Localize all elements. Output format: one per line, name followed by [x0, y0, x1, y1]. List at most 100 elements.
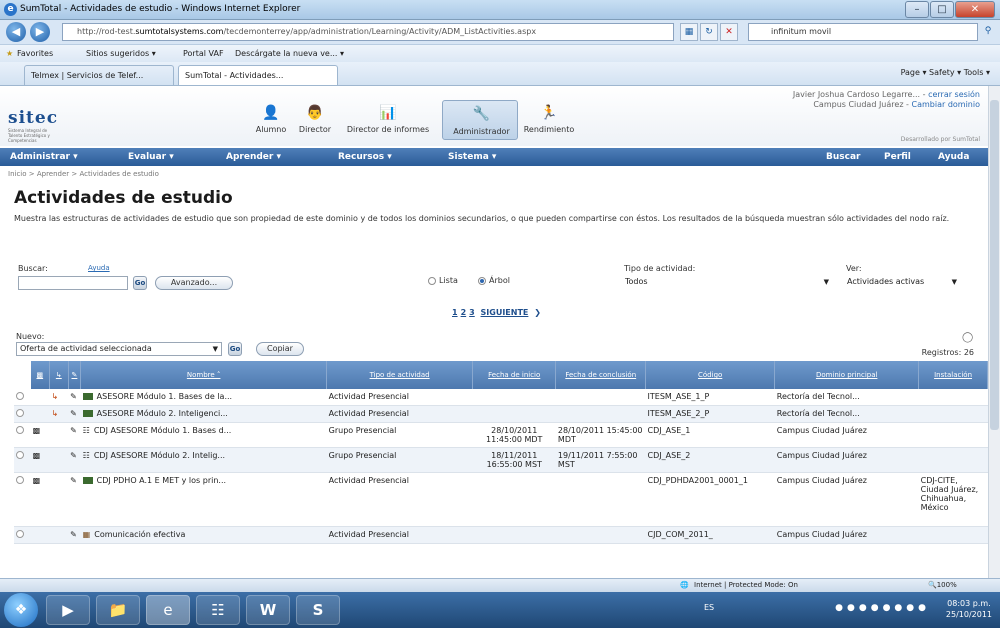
tab-sumtotal[interactable]: SumTotal - Actividades... — [178, 65, 338, 85]
role-director-informes[interactable]: 📊 Director de informes — [340, 104, 436, 134]
security-zone[interactable]: Internet | Protected Mode: On — [694, 581, 798, 589]
menu-administrar[interactable]: Administrar ▾ — [10, 152, 78, 162]
skype-icon[interactable]: S — [296, 595, 340, 625]
col-installation[interactable]: Instalación — [918, 361, 988, 389]
role-rendimiento[interactable]: 🏃 Rendimiento — [520, 104, 578, 134]
stop-icon[interactable]: ✕ — [720, 23, 738, 41]
web-search-input[interactable]: infinitum movil — [748, 23, 978, 41]
back-icon[interactable]: ◀ — [6, 22, 26, 42]
menu-evaluar[interactable]: Evaluar ▾ — [128, 152, 174, 162]
menu-sistema[interactable]: Sistema ▾ — [448, 152, 496, 162]
edit-icon[interactable]: ✎ — [68, 422, 81, 448]
role-alumno[interactable]: 👤 Alumno — [252, 104, 290, 134]
view-list-radio[interactable] — [428, 277, 436, 285]
network-icon[interactable]: ☷ — [196, 595, 240, 625]
menu-recursos[interactable]: Recursos ▾ — [338, 152, 392, 162]
row-name[interactable]: ASESORE Módulo 2. Inteligenci... — [80, 405, 327, 423]
new-type-select[interactable]: Oferta de actividad seleccionada ▼ — [16, 342, 222, 356]
row-radio[interactable] — [16, 476, 24, 484]
row-name[interactable]: CDJ PDHO A.1 E MET y los prin... — [80, 472, 327, 527]
col-domain[interactable]: Dominio principal — [774, 361, 920, 389]
page-1-link[interactable]: 1 — [452, 308, 458, 317]
next-page-link[interactable]: SIGUIENTE — [481, 308, 529, 317]
preview-icon[interactable]: ▩ — [30, 422, 50, 448]
edit-icon[interactable]: ✎ — [68, 447, 81, 473]
command-bar[interactable]: Page ▾ Safety ▾ Tools ▾ — [901, 68, 990, 77]
edit-icon[interactable]: ✎ — [68, 526, 81, 544]
see-select[interactable]: Actividades activas ▼ — [844, 276, 960, 290]
menu-ayuda[interactable]: Ayuda — [938, 152, 969, 162]
ie-taskbar-icon[interactable]: e — [146, 595, 190, 625]
search-input[interactable] — [18, 276, 128, 290]
chevron-right-icon[interactable]: ❯ — [534, 308, 541, 317]
activity-type-select[interactable]: Todos ▼ — [622, 276, 832, 290]
preview-icon[interactable]: ▩ — [30, 472, 50, 527]
role-director[interactable]: 👨 Director — [294, 104, 336, 134]
row-radio[interactable] — [16, 392, 24, 400]
table-row[interactable]: ↳ ✎ ASESORE Módulo 1. Bases de la... Act… — [14, 389, 988, 406]
row-radio[interactable] — [16, 451, 24, 459]
clock[interactable]: 08:03 p.m. 25/10/2011 — [946, 598, 992, 620]
table-row[interactable]: ✎ ▦ Comunicación efectiva Actividad Prese… — [14, 526, 988, 544]
col-start-date[interactable]: Fecha de inicio — [472, 361, 557, 389]
table-row[interactable]: ▩ ✎ ☷ CDJ ASESORE Módulo 2. Intelig... Gr… — [14, 447, 988, 473]
search-icon[interactable]: ⚲ — [980, 23, 996, 41]
advanced-button[interactable]: Avanzado... — [155, 276, 233, 290]
menu-buscar[interactable]: Buscar — [826, 152, 860, 162]
word-icon[interactable]: W — [246, 595, 290, 625]
row-name[interactable]: ASESORE Módulo 1. Bases de la... — [80, 389, 327, 406]
fav-item-portal[interactable]: Portal VAF — [183, 49, 224, 58]
copy-button[interactable]: Copiar — [256, 342, 304, 356]
table-row[interactable]: ▩ ✎ ☷ CDJ ASESORE Módulo 1. Bases d... Gr… — [14, 422, 988, 448]
row-radio[interactable] — [16, 426, 24, 434]
refresh-icon[interactable]: ↻ — [700, 23, 718, 41]
language-indicator[interactable]: ES — [704, 603, 714, 612]
menu-aprender[interactable]: Aprender ▾ — [226, 152, 281, 162]
change-domain-link[interactable]: Cambiar dominio — [912, 100, 981, 109]
url-input[interactable]: http://rod-test.sumtotalsystems.com/tecd… — [62, 23, 674, 41]
logout-link[interactable]: cerrar sesión — [928, 90, 980, 99]
menu-perfil[interactable]: Perfil — [884, 152, 911, 162]
edit-icon[interactable]: ✎ — [68, 472, 81, 527]
new-go-button[interactable]: Go — [228, 342, 242, 356]
row-radio[interactable] — [16, 409, 24, 417]
row-name[interactable]: ☷ CDJ ASESORE Módulo 1. Bases d... — [80, 422, 327, 448]
col-activity-type[interactable]: Tipo de actividad — [326, 361, 474, 389]
row-radio[interactable] — [16, 530, 24, 538]
breadcrumb[interactable]: Inicio > Aprender > Actividades de estud… — [8, 170, 159, 178]
table-row[interactable]: ↳ ✎ ASESORE Módulo 2. Inteligenci... Act… — [14, 405, 988, 423]
tree-icon[interactable]: ↳ — [49, 405, 69, 423]
preview-icon[interactable]: ▩ — [30, 447, 50, 473]
page-3-link[interactable]: 3 — [469, 308, 475, 317]
fav-item-descargate[interactable]: Descárgate la nueva ve... ▾ — [235, 49, 344, 58]
help-link[interactable]: Ayuda — [88, 264, 110, 272]
vertical-scrollbar[interactable] — [988, 86, 1000, 578]
view-tree-radio[interactable] — [478, 277, 486, 285]
tree-icon[interactable]: ↳ — [49, 389, 69, 406]
table-row[interactable]: ▩ ✎ CDJ PDHO A.1 E MET y los prin... Act… — [14, 472, 988, 527]
row-name[interactable]: ▦ Comunicación efectiva — [80, 526, 327, 544]
row-name[interactable]: ☷ CDJ ASESORE Módulo 2. Intelig... — [80, 447, 327, 473]
page-2-link[interactable]: 2 — [461, 308, 467, 317]
folder-icon[interactable]: 📁 — [96, 595, 140, 625]
system-tray[interactable]: ●●●●●●●● — [835, 603, 930, 613]
favorites-button[interactable]: Favorites — [17, 49, 53, 58]
export-icon[interactable]: ◯ — [962, 332, 973, 343]
minimize-button[interactable]: – — [905, 1, 929, 18]
forward-icon[interactable]: ▶ — [30, 22, 50, 42]
zoom-level[interactable]: 🔍100% — [928, 581, 957, 589]
start-button[interactable]: ❖ — [4, 593, 38, 627]
edit-icon[interactable]: ✎ — [68, 405, 81, 423]
media-player-icon[interactable]: ▶ — [46, 595, 90, 625]
search-go-button[interactable]: Go — [133, 276, 147, 290]
tab-telmex[interactable]: Telmex | Servicios de Telef... — [24, 65, 174, 85]
maximize-button[interactable]: □ — [930, 1, 954, 18]
col-end-date[interactable]: Fecha de conclusión — [555, 361, 647, 389]
fav-item-sitios[interactable]: Sitios sugeridos ▾ — [86, 49, 156, 58]
compat-icon[interactable]: ▦ — [680, 23, 698, 41]
scroll-thumb[interactable] — [990, 100, 999, 430]
role-administrador[interactable]: 🔧 Administrador — [442, 100, 518, 140]
edit-icon[interactable]: ✎ — [68, 389, 81, 406]
close-window-button[interactable]: ✕ — [955, 1, 995, 18]
col-code[interactable]: Código — [645, 361, 776, 389]
